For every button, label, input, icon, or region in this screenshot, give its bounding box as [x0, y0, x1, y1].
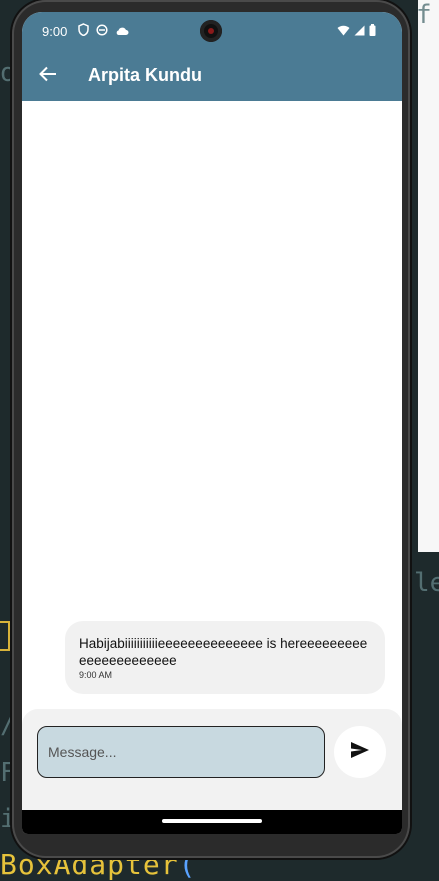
app-bar: Arpita Kundu [22, 50, 402, 101]
background-bracket [0, 621, 10, 651]
status-bar: 9:00 [22, 12, 402, 50]
message-list[interactable]: Habijabiiiiiiiiiiieeeeeeeeeeeeee is here… [22, 101, 402, 709]
arrow-back-icon [39, 66, 57, 87]
message-text: Habijabiiiiiiiiiiieeeeeeeeeeeeee is here… [79, 636, 368, 668]
signal-icon [354, 24, 365, 39]
status-time: 9:00 [42, 24, 68, 39]
shield-icon [78, 23, 89, 39]
background-editor-panel [418, 0, 439, 552]
message-timestamp: 9:00 AM [79, 670, 113, 680]
status-icons-left [78, 23, 129, 39]
battery-icon [369, 24, 376, 39]
message-bubble[interactable]: Habijabiiiiiiiiiiieeeeeeeeeeeeee is here… [65, 621, 385, 694]
chat-title: Arpita Kundu [88, 65, 202, 85]
navigation-bar [22, 810, 402, 834]
composer [22, 709, 402, 810]
data-saver-icon [96, 23, 108, 39]
home-indicator[interactable] [162, 819, 262, 823]
phone-screen: 9:00 Arpita Kundu Habijabiiiiiiiiiiieeee… [22, 12, 402, 834]
status-icons-right [337, 24, 376, 39]
send-button[interactable] [334, 726, 386, 778]
wifi-icon [337, 24, 350, 39]
front-camera [200, 20, 222, 42]
background-code-fragment: le [414, 568, 439, 598]
message-input[interactable] [37, 726, 325, 778]
back-button[interactable] [34, 62, 62, 90]
cloud-icon [115, 24, 129, 39]
background-code-fragment: f [416, 0, 432, 30]
send-icon [350, 741, 370, 764]
